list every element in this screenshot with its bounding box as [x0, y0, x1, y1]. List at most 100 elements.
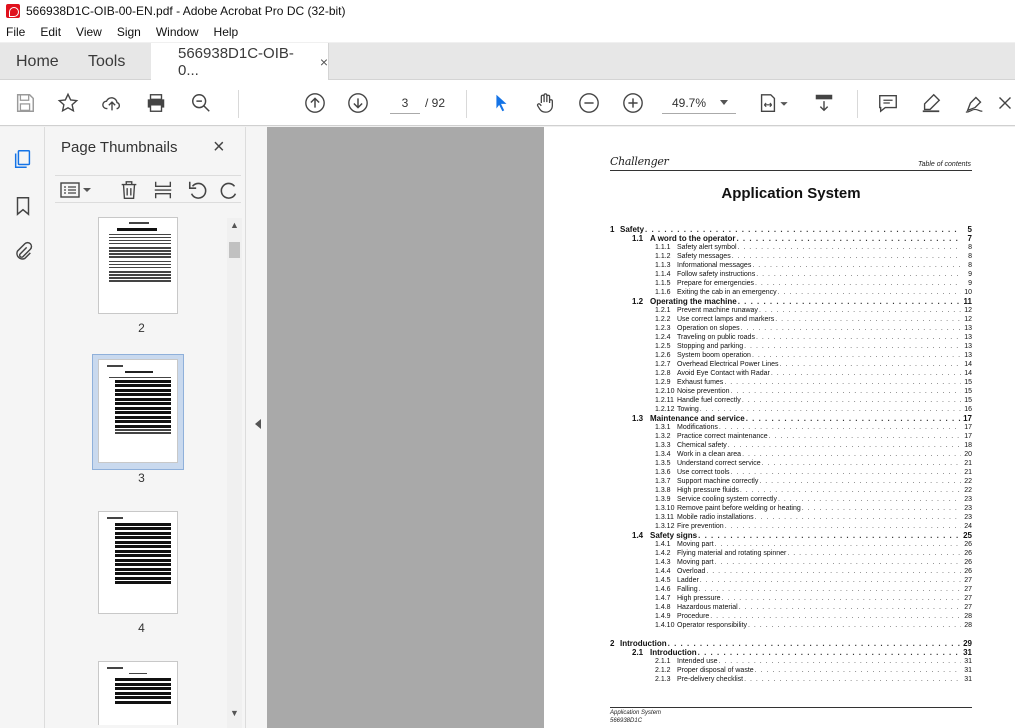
- bookmark-icon[interactable]: [11, 194, 35, 218]
- search-zoom-icon[interactable]: [189, 91, 213, 115]
- toc-entry[interactable]: 1.1 A word to the operator. . . . . . . .…: [610, 234, 972, 243]
- fit-page-dropdown-icon[interactable]: [778, 91, 790, 115]
- toc-entry[interactable]: 1.2.5 Stopping and parking. . . . . . . .…: [610, 342, 972, 351]
- toc-entry[interactable]: 1.2.2 Use correct lamps and markers. . . …: [610, 315, 972, 324]
- panel-splitter[interactable]: [245, 127, 267, 728]
- menu-sign[interactable]: Sign: [117, 25, 141, 39]
- attachment-icon[interactable]: [11, 240, 35, 264]
- page-down-icon[interactable]: [346, 91, 370, 115]
- save-icon[interactable]: [13, 91, 37, 115]
- page-up-icon[interactable]: [303, 91, 327, 115]
- toc-entry[interactable]: 1.4.9 Procedure. . . . . . . . . . . . . …: [610, 612, 972, 621]
- options-menu-icon[interactable]: [57, 178, 93, 202]
- tab-home[interactable]: Home: [16, 43, 59, 80]
- toc-entry[interactable]: 1.4.1 Moving part. . . . . . . . . . . . …: [610, 540, 972, 549]
- page-thumbnail[interactable]: [98, 511, 178, 614]
- toc-entry[interactable]: 1.3.10 Remove paint before welding or hea…: [610, 504, 972, 513]
- tab-tools[interactable]: Tools: [88, 43, 125, 80]
- page-thumbnails-icon[interactable]: [11, 147, 35, 171]
- menu-view[interactable]: View: [76, 25, 102, 39]
- toc-entry[interactable]: 1.3.11 Mobile radio installations. . . . …: [610, 513, 972, 522]
- toc-entry[interactable]: 1.1.1 Safety alert symbol. . . . . . . . …: [610, 243, 972, 252]
- toc-entry[interactable]: 1.3.2 Practice correct maintenance. . . .…: [610, 432, 972, 441]
- toc-entry[interactable]: 1.2.7 Overhead Electrical Power Lines. . …: [610, 360, 972, 369]
- toc-entry[interactable]: 2.1.3 Pre-delivery checklist. . . . . . .…: [610, 675, 972, 684]
- rotate-left-icon[interactable]: [186, 178, 210, 202]
- hand-icon[interactable]: [533, 91, 557, 115]
- toc-entry[interactable]: 1.1.3 Informational messages. . . . . . .…: [610, 261, 972, 270]
- toc-entry[interactable]: 1.2.12 Towing. . . . . . . . . . . . . . …: [610, 405, 972, 414]
- toc-entry[interactable]: 1.2.8 Avoid Eye Contact with Radar. . . .…: [610, 369, 972, 378]
- toc-entry[interactable]: 1.2.1 Prevent machine runaway. . . . . . …: [610, 306, 972, 315]
- toc-entry[interactable]: 1.2.10 Noise prevention. . . . . . . . . …: [610, 387, 972, 396]
- menu-help[interactable]: Help: [214, 25, 239, 39]
- page-thumbnail[interactable]: [98, 217, 178, 314]
- sign-icon[interactable]: [963, 91, 987, 115]
- document-viewer[interactable]: Challenger Table of contents Application…: [267, 127, 1015, 728]
- scrollbar-thumb[interactable]: [229, 242, 240, 258]
- toc-entry[interactable]: 1.3.8 High pressure fluids. . . . . . . .…: [610, 486, 972, 495]
- more-tools-icon[interactable]: [995, 91, 1015, 115]
- toc-entry[interactable]: 1.2.4 Traveling on public roads. . . . . …: [610, 333, 972, 342]
- toc-entry[interactable]: 2 Introduction. . . . . . . . . . . . . .…: [610, 639, 972, 648]
- toc-entry[interactable]: 1.3.12 Fire prevention. . . . . . . . . .…: [610, 522, 972, 531]
- toc-entry[interactable]: 1.3.1 Modifications. . . . . . . . . . . …: [610, 423, 972, 432]
- collapse-panel-icon[interactable]: [255, 419, 261, 429]
- toc-entry[interactable]: 1.3.7 Support machine correctly. . . . . …: [610, 477, 972, 486]
- upload-icon[interactable]: [100, 91, 124, 115]
- print-icon[interactable]: [144, 91, 168, 115]
- delete-page-icon[interactable]: [117, 178, 141, 202]
- toc-entry[interactable]: 1.1.4 Follow safety instructions. . . . .…: [610, 270, 972, 279]
- star-icon[interactable]: [56, 91, 80, 115]
- toc-entry[interactable]: 1.3 Maintenance and service. . . . . . . …: [610, 414, 972, 423]
- toc-entry[interactable]: 2.1.2 Proper disposal of waste. . . . . .…: [610, 666, 972, 675]
- tab-document[interactable]: 566938D1C-OIB-0... ×: [151, 43, 329, 81]
- scroll-down-icon[interactable]: ▼: [230, 708, 239, 718]
- zoom-in-icon[interactable]: [621, 91, 645, 115]
- toc-entry[interactable]: 1.3.5 Understand correct service. . . . .…: [610, 459, 972, 468]
- toc-entry[interactable]: 1 Safety. . . . . . . . . . . . . . . . .…: [610, 225, 972, 234]
- toc-entry[interactable]: 1.4.10 Operator responsibility. . . . . .…: [610, 621, 972, 630]
- toc-entry[interactable]: 1.2.3 Operation on slopes. . . . . . . . …: [610, 324, 972, 333]
- highlight-icon[interactable]: [919, 91, 943, 115]
- toc-entry[interactable]: 1.3.6 Use correct tools. . . . . . . . . …: [610, 468, 972, 477]
- fit-page-icon[interactable]: [756, 91, 780, 115]
- toc-entry[interactable]: 1.4.4 Overload. . . . . . . . . . . . . .…: [610, 567, 972, 576]
- menu-file[interactable]: File: [6, 25, 25, 39]
- toc-entry[interactable]: 1.3.3 Chemical safety. . . . . . . . . . …: [610, 441, 972, 450]
- toc-entry[interactable]: 1.1.6 Exiting the cab in an emergency. . …: [610, 288, 972, 297]
- rotate-right-icon[interactable]: [217, 178, 241, 202]
- toc-entry[interactable]: 1.2.9 Exhaust fumes. . . . . . . . . . . …: [610, 378, 972, 387]
- scroll-mode-icon[interactable]: [812, 91, 836, 115]
- zoom-select[interactable]: 49.7%: [662, 92, 736, 114]
- toc-entry[interactable]: 1.2.6 System boom operation. . . . . . . …: [610, 351, 972, 360]
- extract-page-icon[interactable]: [151, 178, 175, 202]
- toc-entry[interactable]: 1.1.2 Safety messages. . . . . . . . . . …: [610, 252, 972, 261]
- toc-entry[interactable]: 1.4.6 Falling. . . . . . . . . . . . . . …: [610, 585, 972, 594]
- select-cursor-icon[interactable]: [489, 91, 513, 115]
- toc-entry[interactable]: 1.4.2 Flying material and rotating spinne…: [610, 549, 972, 558]
- toc-entry[interactable]: 2.1.1 Intended use. . . . . . . . . . . .…: [610, 657, 972, 666]
- toc-entry[interactable]: 1.3.9 Service cooling system correctly. .…: [610, 495, 972, 504]
- toc-entry[interactable]: 1.4.8 Hazardous material. . . . . . . . .…: [610, 603, 972, 612]
- page-number-input[interactable]: [390, 92, 420, 114]
- page-thumbnail[interactable]: [98, 661, 178, 725]
- toc-entry[interactable]: 1.1.5 Prepare for emergencies. . . . . . …: [610, 279, 972, 288]
- scroll-up-icon[interactable]: ▲: [230, 220, 239, 230]
- toc-entry[interactable]: 2.1 Introduction. . . . . . . . . . . . .…: [610, 648, 972, 657]
- toc-entry[interactable]: 1.4.5 Ladder. . . . . . . . . . . . . . .…: [610, 576, 972, 585]
- panel-close-icon[interactable]: ×: [213, 136, 225, 159]
- menu-edit[interactable]: Edit: [40, 25, 61, 39]
- thumbnail-scrollbar[interactable]: ▲ ▼: [227, 218, 242, 728]
- menu-window[interactable]: Window: [156, 25, 199, 39]
- toc-entry[interactable]: 1.2.11 Handle fuel correctly. . . . . . .…: [610, 396, 972, 405]
- comment-icon[interactable]: [876, 91, 900, 115]
- toc-entry[interactable]: 1.2 Operating the machine. . . . . . . . …: [610, 297, 972, 306]
- zoom-out-icon[interactable]: [577, 91, 601, 115]
- toc-entry[interactable]: 1.4.7 High pressure. . . . . . . . . . . …: [610, 594, 972, 603]
- toc-entry[interactable]: 1.4.3 Moving part. . . . . . . . . . . . …: [610, 558, 972, 567]
- toc-entry[interactable]: 1.3.4 Work in a clean area. . . . . . . .…: [610, 450, 972, 459]
- toc-entry[interactable]: 1.4 Safety signs. . . . . . . . . . . . .…: [610, 531, 972, 540]
- page-thumbnail-selected[interactable]: [98, 359, 178, 463]
- tab-close-icon[interactable]: ×: [320, 54, 328, 70]
